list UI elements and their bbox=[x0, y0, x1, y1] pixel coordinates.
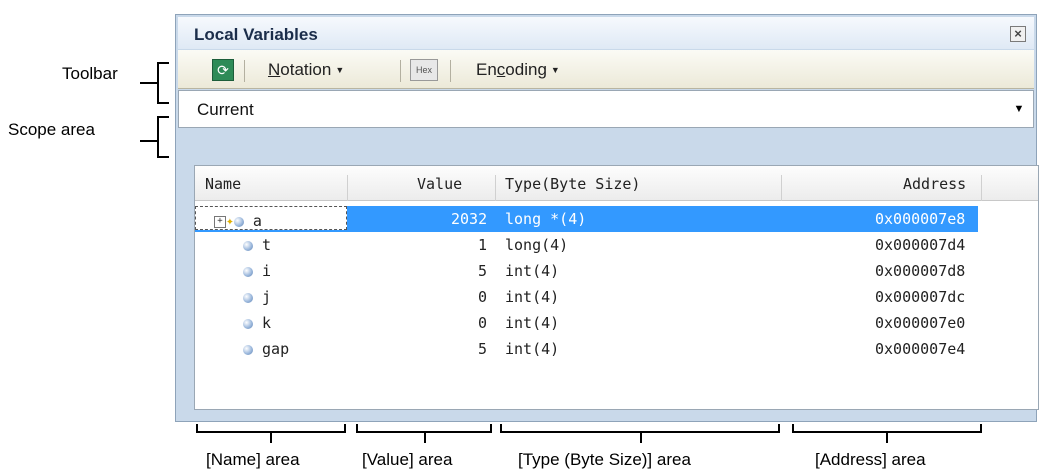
column-header-name[interactable]: Name bbox=[205, 175, 241, 193]
scope-annotation-bracket bbox=[157, 116, 159, 158]
expand-icon[interactable]: + bbox=[214, 215, 226, 228]
chevron-down-icon: ▼ bbox=[550, 65, 560, 75]
address-area-bracket bbox=[792, 424, 982, 433]
variable-type: int(4) bbox=[505, 262, 560, 280]
variable-value[interactable]: 2032 bbox=[451, 210, 487, 228]
table-row[interactable]: + ✦ a 2032 long *(4) 0x000007e8 bbox=[195, 206, 978, 232]
scope-annotation: Scope area bbox=[8, 120, 95, 139]
table-header: Name Value Type(Byte Size) Address bbox=[195, 166, 1038, 201]
scope-select[interactable]: Current ▼ bbox=[178, 90, 1034, 128]
variable-address: 0x000007e0 bbox=[875, 314, 966, 332]
close-icon[interactable]: × bbox=[1010, 26, 1026, 42]
variable-type: int(4) bbox=[505, 314, 560, 332]
table-row[interactable]: i 5 int(4) 0x000007d8 bbox=[195, 258, 978, 284]
chevron-down-icon: ▼ bbox=[335, 65, 345, 75]
hex-display-button[interactable]: Hex bbox=[410, 59, 438, 81]
encoding-menu-button[interactable]: En c oding ▼ bbox=[476, 59, 560, 81]
variable-name: t bbox=[262, 236, 272, 254]
variable-icon bbox=[243, 318, 253, 329]
type-area-label: [Type (Byte Size)] area bbox=[518, 450, 691, 469]
title-bar: Local Variables × bbox=[178, 17, 1034, 49]
variable-icon bbox=[233, 216, 244, 227]
name-area-label: [Name] area bbox=[206, 450, 300, 469]
variable-type: long *(4) bbox=[505, 210, 587, 228]
variable-icon bbox=[243, 292, 253, 303]
variable-name: gap bbox=[262, 340, 290, 358]
value-area-bracket bbox=[356, 424, 492, 433]
type-area-bracket bbox=[500, 424, 780, 433]
local-variables-panel: Local Variables × ⟳ Notation ▼ Hex En c odi… bbox=[175, 14, 1039, 422]
variable-address: 0x000007e4 bbox=[875, 340, 966, 358]
variable-name: a bbox=[252, 212, 262, 230]
variables-table: Name Value Type(Byte Size) Address + ✦ a … bbox=[194, 165, 1039, 410]
address-area-label: [Address] area bbox=[815, 450, 926, 469]
variable-type: int(4) bbox=[505, 288, 560, 306]
variable-address: 0x000007dc bbox=[875, 288, 966, 306]
variable-value[interactable]: 5 bbox=[478, 340, 487, 358]
variable-value[interactable]: 0 bbox=[478, 314, 487, 332]
variable-value[interactable]: 5 bbox=[478, 262, 487, 280]
toolbar-annotation: Toolbar bbox=[62, 64, 118, 83]
variable-type: long(4) bbox=[505, 236, 569, 254]
column-header-address[interactable]: Address bbox=[903, 175, 966, 193]
variable-name: j bbox=[262, 288, 272, 306]
name-cell[interactable]: + ✦ a bbox=[195, 206, 347, 230]
notation-label: otation bbox=[280, 60, 332, 79]
table-row[interactable]: k 0 int(4) 0x000007e0 bbox=[195, 310, 978, 336]
variable-icon bbox=[243, 266, 253, 277]
column-header-type[interactable]: Type(Byte Size) bbox=[505, 175, 640, 193]
table-row[interactable]: t 1 long(4) 0x000007d4 bbox=[195, 232, 978, 258]
toolbar-annotation-line bbox=[140, 82, 158, 84]
variable-icon bbox=[243, 344, 253, 355]
panel-title: Local Variables bbox=[194, 25, 318, 44]
notation-mnemonic: N bbox=[268, 60, 281, 79]
table-row[interactable]: gap 5 int(4) 0x000007e4 bbox=[195, 336, 978, 362]
variable-address: 0x000007d4 bbox=[875, 236, 966, 254]
table-row[interactable]: j 0 int(4) 0x000007dc bbox=[195, 284, 978, 310]
toolbar-annotation-bracket bbox=[157, 62, 159, 104]
pointer-star-icon: ✦ bbox=[226, 214, 234, 229]
variable-type: int(4) bbox=[505, 340, 560, 358]
column-header-value[interactable]: Value bbox=[417, 175, 462, 193]
variable-value[interactable]: 0 bbox=[478, 288, 487, 306]
refresh-icon[interactable]: ⟳ bbox=[212, 59, 234, 81]
chevron-down-icon[interactable]: ▼ bbox=[1005, 91, 1033, 127]
variable-name: i bbox=[262, 262, 272, 280]
value-area-label: [Value] area bbox=[362, 450, 453, 469]
variable-address: 0x000007e8 bbox=[875, 210, 966, 228]
variable-name: k bbox=[262, 314, 272, 332]
variable-icon bbox=[243, 240, 253, 251]
variable-value[interactable]: 1 bbox=[478, 236, 487, 254]
notation-menu-button[interactable]: Notation ▼ bbox=[268, 59, 344, 81]
variable-address: 0x000007d8 bbox=[875, 262, 966, 280]
toolbar: ⟳ Notation ▼ Hex En c oding ▼ bbox=[178, 50, 1034, 89]
scope-value: Current bbox=[197, 100, 254, 119]
name-area-bracket bbox=[196, 424, 346, 433]
